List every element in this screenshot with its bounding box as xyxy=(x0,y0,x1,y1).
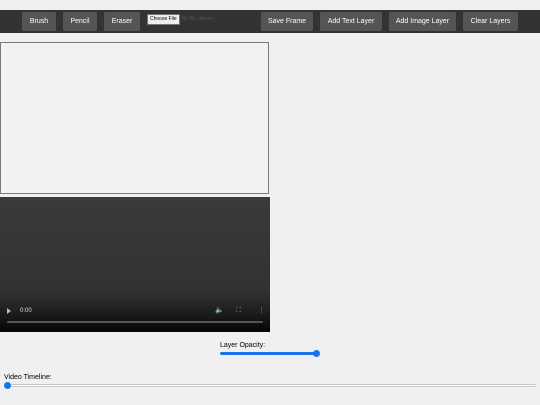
brush-button[interactable]: Brush xyxy=(22,12,56,31)
eraser-button[interactable]: Eraser xyxy=(104,12,140,31)
drawing-canvas[interactable] xyxy=(0,42,269,194)
add-image-layer-button[interactable]: Add Image Layer xyxy=(389,12,456,31)
clear-layers-button[interactable]: Clear Layers xyxy=(463,12,518,31)
video-timeline-slider[interactable] xyxy=(4,384,536,387)
video-player[interactable] xyxy=(0,197,270,332)
fullscreen-icon[interactable]: ⛶ xyxy=(236,307,241,315)
video-progress-bar[interactable] xyxy=(7,321,263,323)
top-strip xyxy=(0,0,540,10)
toolbar: Brush Pencil Eraser Choose File No file … xyxy=(0,10,540,33)
layer-opacity-slider[interactable] xyxy=(220,352,317,355)
play-icon[interactable] xyxy=(7,308,11,314)
video-timeline-label: Video Timeline: xyxy=(4,374,52,381)
layer-opacity-label: Layer Opacity: xyxy=(220,342,266,349)
pencil-button[interactable]: Pencil xyxy=(63,12,97,31)
video-timeline-slider-thumb[interactable] xyxy=(4,382,11,389)
choose-file-button[interactable]: Choose File xyxy=(147,13,180,25)
video-time: 0:00 xyxy=(20,308,32,314)
more-options-icon[interactable]: ⋮ xyxy=(258,307,265,315)
file-input[interactable]: Choose File No file chosen xyxy=(147,13,214,25)
add-text-layer-button[interactable]: Add Text Layer xyxy=(320,12,382,31)
layer-opacity-slider-thumb[interactable] xyxy=(313,350,320,357)
save-frame-button[interactable]: Save Frame xyxy=(261,12,313,31)
no-file-chosen-text: No file chosen xyxy=(181,15,214,22)
volume-icon[interactable]: 🔈 xyxy=(215,307,224,315)
